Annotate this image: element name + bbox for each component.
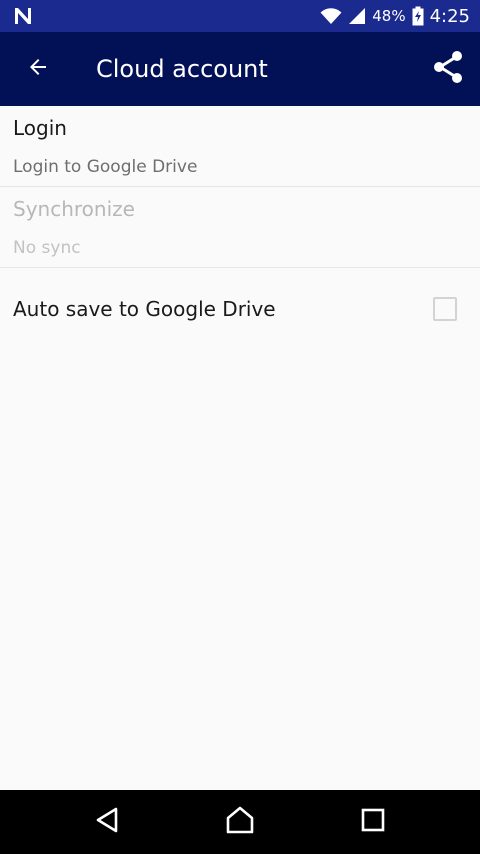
wifi-icon <box>320 7 342 25</box>
login-preference[interactable]: Login Login to Google Drive <box>0 106 480 187</box>
nav-recents-button[interactable] <box>353 802 393 842</box>
status-bar: 48% 4:25 <box>0 0 480 32</box>
page-title: Cloud account <box>96 55 268 83</box>
n-icon <box>12 5 34 27</box>
auto-save-checkbox[interactable] <box>433 297 457 321</box>
login-summary: Login to Google Drive <box>13 157 198 177</box>
nav-home-button[interactable] <box>220 802 260 842</box>
app-bar: Cloud account <box>0 32 480 106</box>
preference-list: Login Login to Google Drive Synchronize … <box>0 106 480 352</box>
share-icon <box>431 50 465 88</box>
nav-back-button[interactable] <box>87 802 127 842</box>
back-button[interactable] <box>14 45 62 93</box>
auto-save-title: Auto save to Google Drive <box>13 297 276 321</box>
battery-percent: 48% <box>372 7 406 25</box>
login-title: Login <box>13 116 67 140</box>
battery-charging-icon <box>412 6 424 26</box>
home-icon <box>225 806 255 838</box>
arrow-left-icon <box>26 55 50 83</box>
square-recents-icon <box>361 808 385 836</box>
synchronize-summary: No sync <box>13 238 81 258</box>
auto-save-preference[interactable]: Auto save to Google Drive <box>0 268 480 352</box>
clock: 4:25 <box>429 5 470 27</box>
synchronize-title: Synchronize <box>13 197 135 221</box>
signal-icon <box>348 7 366 25</box>
synchronize-preference: Synchronize No sync <box>0 187 480 268</box>
triangle-back-icon <box>94 806 120 838</box>
status-indicators: 48% 4:25 <box>320 0 470 32</box>
navigation-bar <box>0 790 480 854</box>
share-button[interactable] <box>424 45 472 93</box>
